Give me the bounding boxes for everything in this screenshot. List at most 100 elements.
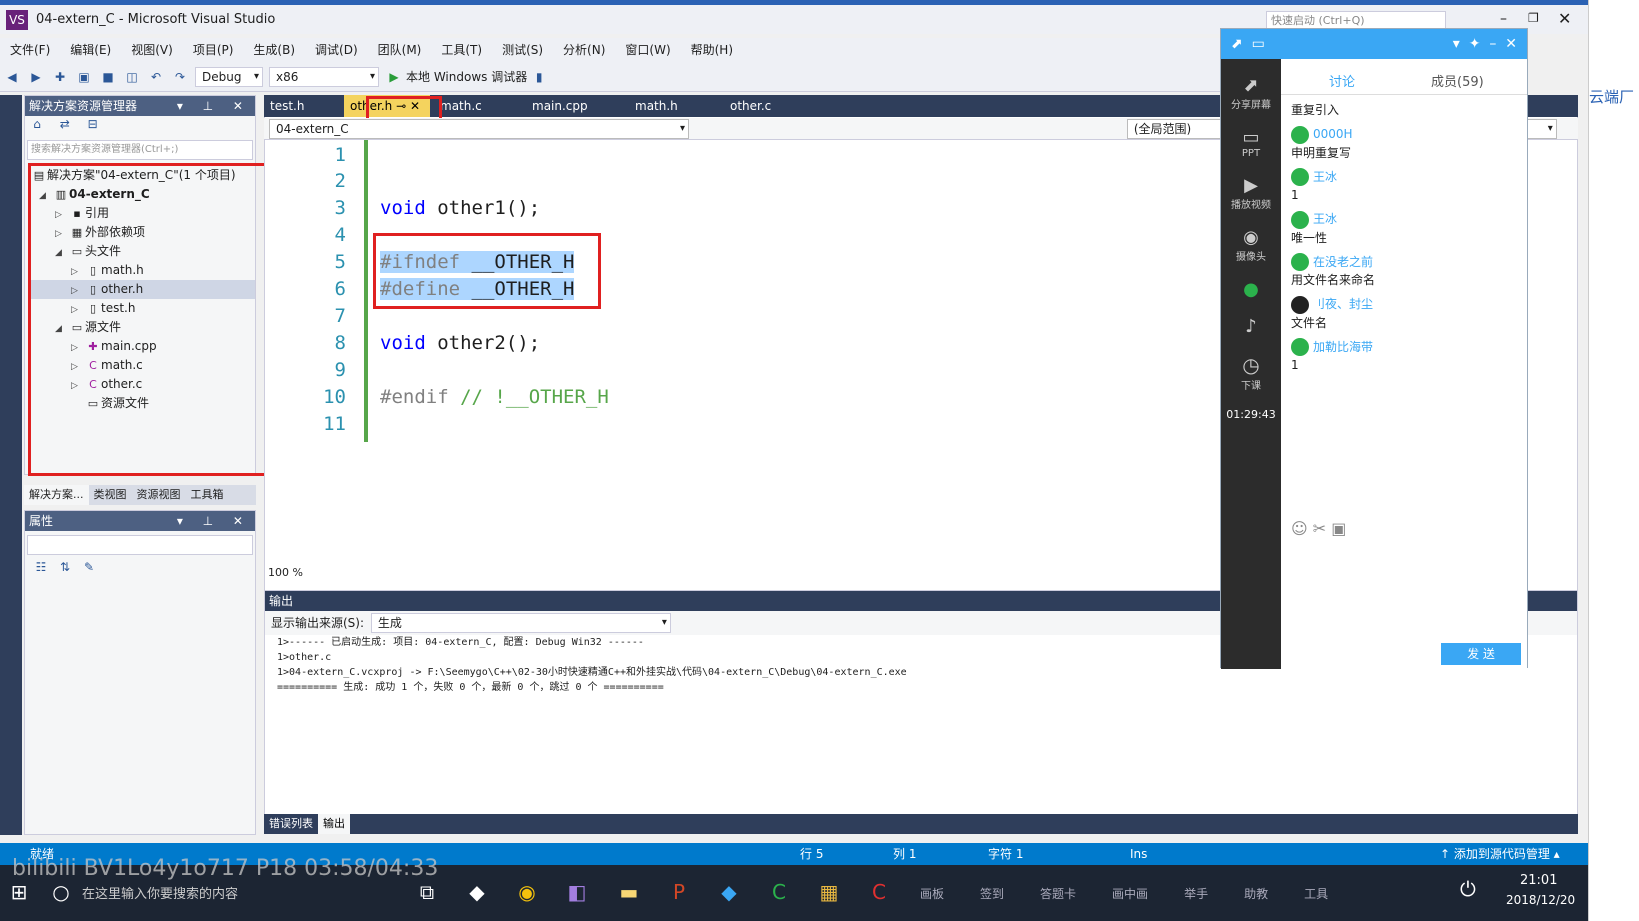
alphabetical-icon[interactable]: ⇅ xyxy=(57,559,73,575)
message-nick[interactable]: 0000H xyxy=(1313,127,1353,141)
collapse-icon[interactable]: ⊟ xyxy=(85,116,101,132)
close-button[interactable]: ✕ xyxy=(1558,9,1571,28)
home-icon[interactable]: ⌂ xyxy=(29,116,45,132)
tool-whiteboard[interactable]: 画板 xyxy=(920,885,944,902)
keyword: void xyxy=(380,332,426,354)
tool-pip[interactable]: 画中画 xyxy=(1112,885,1148,902)
start-debug-icon[interactable]: ▶ xyxy=(386,69,402,85)
back-icon[interactable]: ◀ xyxy=(4,69,20,85)
save-all-icon[interactable]: ◫ xyxy=(124,69,140,85)
window-controls[interactable]: ▾ ✦ – ✕ xyxy=(1453,29,1517,59)
tab-math-h[interactable]: math.h xyxy=(629,95,684,117)
visual-studio-taskbar-icon[interactable]: ◧ xyxy=(560,875,594,909)
line-number: 4 xyxy=(334,224,346,246)
background-window-text: 云端厂 xyxy=(1589,88,1635,106)
output-source-select[interactable]: 生成 xyxy=(370,613,671,633)
sync-icon[interactable]: ⇄ xyxy=(57,116,73,132)
menu-view[interactable]: 视图(V) xyxy=(121,38,183,62)
tool-raise-hand[interactable]: 举手 xyxy=(1184,885,1208,902)
tab-error-list[interactable]: 错误列表 xyxy=(264,814,318,834)
categorized-icon[interactable]: ☷ xyxy=(33,559,49,575)
chat-input[interactable] xyxy=(1291,545,1517,637)
forward-icon[interactable]: ▶ xyxy=(28,69,44,85)
image-icon[interactable]: ▣ xyxy=(1331,519,1346,538)
play-video-button[interactable]: ▶ 播放视频 xyxy=(1221,175,1281,211)
redo-icon[interactable]: ↷ xyxy=(172,69,188,85)
config-select[interactable]: Debug xyxy=(195,66,263,87)
menu-help[interactable]: 帮助(H) xyxy=(681,38,743,62)
menu-tools[interactable]: 工具(T) xyxy=(431,38,492,62)
menu-window[interactable]: 窗口(W) xyxy=(615,38,680,62)
tab-class-view[interactable]: 类视图 xyxy=(89,485,132,505)
power-icon[interactable]: ⏻ xyxy=(1460,877,1476,901)
tab-math-c[interactable]: math.c xyxy=(434,95,488,117)
whiteboard-icon[interactable]: ▭ xyxy=(1252,36,1265,52)
tool-tools[interactable]: 工具 xyxy=(1304,885,1328,902)
platform-select[interactable]: x86 xyxy=(269,66,379,87)
share-screen-button[interactable]: ⬈ 分享屏幕 xyxy=(1221,75,1281,111)
menu-test[interactable]: 测试(S) xyxy=(492,38,553,62)
undo-icon[interactable]: ↶ xyxy=(148,69,164,85)
zoom-level[interactable]: 100 % xyxy=(264,564,624,582)
solution-search-input[interactable]: 搜索解决方案资源管理器(Ctrl+;) xyxy=(27,140,253,160)
server-explorer-strip[interactable] xyxy=(0,95,22,835)
tool-signin[interactable]: 签到 xyxy=(980,885,1004,902)
image-app-icon[interactable]: ▦ xyxy=(812,875,846,909)
tab-solution[interactable]: 解决方案... xyxy=(24,485,89,505)
emoji-icon[interactable]: ☺ xyxy=(1291,519,1308,538)
restore-button[interactable]: ❐ xyxy=(1528,11,1539,25)
app-icon[interactable]: ◆ xyxy=(460,875,494,909)
taskbar-search-input[interactable]: 在这里输入你要搜索的内容 xyxy=(82,883,238,902)
tab-members[interactable]: 成员(59) xyxy=(1431,71,1484,90)
menu-build[interactable]: 生成(B) xyxy=(243,38,305,62)
camera-button[interactable]: ◉ 摄像头 xyxy=(1221,227,1281,263)
tencent-class-icon[interactable]: ◆ xyxy=(712,875,746,909)
share-icon[interactable]: ⬈ xyxy=(1231,36,1243,52)
panel-controls[interactable]: ▾ ⊥ ✕ xyxy=(177,96,251,116)
tool-answer-card[interactable]: 答题卡 xyxy=(1040,885,1076,902)
message-text: 申明重复写 xyxy=(1291,145,1352,160)
tab-toolbox[interactable]: 工具箱 xyxy=(186,485,229,505)
open-icon[interactable]: ▣ xyxy=(76,69,92,85)
menu-file[interactable]: 文件(F) xyxy=(0,38,60,62)
message-nick[interactable]: 在没老之前 xyxy=(1313,255,1373,269)
tab-test-h[interactable]: test.h xyxy=(264,95,310,117)
tool-assistant[interactable]: 助教 xyxy=(1244,885,1268,902)
menu-debug[interactable]: 调试(D) xyxy=(305,38,368,62)
send-button[interactable]: 发 送 xyxy=(1441,643,1521,665)
panel-controls[interactable]: ▾ ⊥ ✕ xyxy=(177,511,251,531)
message-nick[interactable]: 加勒比海带 xyxy=(1313,340,1373,354)
tab-resource-view[interactable]: 资源视图 xyxy=(132,485,186,505)
mic-icon[interactable]: ● xyxy=(1221,279,1281,300)
tab-other-c[interactable]: other.c xyxy=(724,95,777,117)
minimize-button[interactable]: – xyxy=(1500,11,1507,27)
tab-discuss[interactable]: 讨论 xyxy=(1329,71,1355,90)
file-explorer-icon[interactable]: ▬ xyxy=(612,875,646,909)
scissors-icon[interactable]: ✂ xyxy=(1313,519,1326,538)
message-nick[interactable]: 王冰 xyxy=(1313,212,1337,226)
tab-output[interactable]: 输出 xyxy=(318,814,350,834)
speaker-icon[interactable]: ♪ xyxy=(1221,316,1281,337)
menu-project[interactable]: 项目(P) xyxy=(183,38,244,62)
menu-edit[interactable]: 编辑(E) xyxy=(60,38,121,62)
bookmark-icon[interactable]: ▮ xyxy=(531,69,547,85)
message-nick[interactable]: 刂夜、封尘 xyxy=(1313,297,1373,311)
wrench-icon[interactable]: ✎ xyxy=(81,559,97,575)
new-project-icon[interactable]: ✚ xyxy=(52,69,68,85)
start-debug-button[interactable]: 本地 Windows 调试器 xyxy=(406,68,527,85)
red-app-icon[interactable]: C xyxy=(862,875,896,909)
add-to-source-control-button[interactable]: ↑ 添加到源代码管理 ▴ xyxy=(1440,843,1560,865)
menu-analyze[interactable]: 分析(N) xyxy=(553,38,615,62)
c-free-icon[interactable]: C xyxy=(762,875,796,909)
save-icon[interactable]: ■ xyxy=(100,69,116,85)
properties-object-select[interactable] xyxy=(27,535,253,555)
ppt-button[interactable]: ▭ PPT xyxy=(1221,127,1281,159)
chrome-icon[interactable]: ◉ xyxy=(510,875,544,909)
project-nav-select[interactable]: 04-extern_C xyxy=(269,119,689,139)
end-class-button[interactable]: ◷ 下课 xyxy=(1221,353,1281,392)
menu-team[interactable]: 团队(M) xyxy=(368,38,432,62)
background-window: 云端厂 xyxy=(1588,0,1639,921)
powerpoint-icon[interactable]: P xyxy=(662,875,696,909)
message-nick[interactable]: 王冰 xyxy=(1313,170,1337,184)
tab-main-cpp[interactable]: main.cpp xyxy=(526,95,594,117)
